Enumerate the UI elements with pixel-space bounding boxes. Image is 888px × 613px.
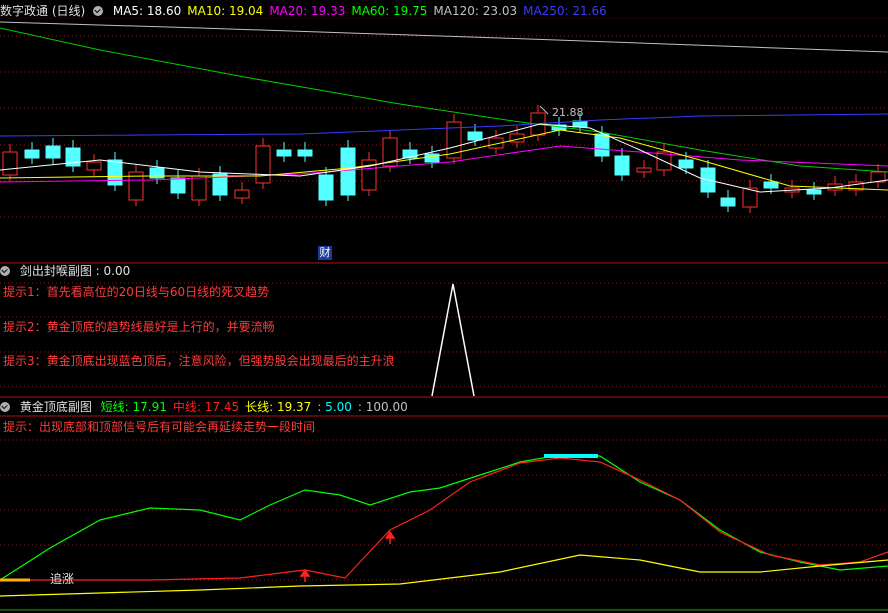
- indicator-toggle-icon[interactable]: [93, 6, 104, 16]
- candle-body: [86, 161, 102, 171]
- ma60-line: [0, 27, 888, 173]
- candle-body: [763, 181, 779, 189]
- candle-body: [678, 159, 694, 169]
- sub-panel-1-title: 剑出封喉副图: [19, 264, 92, 278]
- sub2-value-label-1: 中线: 17.45: [172, 400, 240, 414]
- candle-body: [255, 145, 271, 184]
- sub-panel-2-value-list: 短线: 17.91 中线: 17.45 长线: 19.37 : 5.00 : 100.0…: [101, 400, 414, 414]
- candle-body: [720, 197, 736, 207]
- sub2-value-label-3: : 5.00: [317, 400, 352, 414]
- price-high-marker: 21.88: [552, 106, 584, 119]
- candle-body: [636, 167, 652, 173]
- buy-signal-label: 追涨: [50, 572, 75, 586]
- sub-panel-1-hint-3: 提示3：黄金顶底出现蓝色顶后，注意风险，但强势股会出现最后的主升浪: [3, 354, 395, 368]
- sub-panel-2-title: 黄金顶底副图: [19, 400, 92, 414]
- candle-body: [2, 151, 18, 176]
- sub-chart-2-plot: [0, 454, 888, 597]
- sub-panel-2-toggle-icon[interactable]: [0, 402, 10, 412]
- main-panel-header: 数字政通 (日线) MA5: 18.60 MA10: 19.04 MA20: 19.…: [0, 3, 619, 19]
- sub-panel-1-hint-2: 提示2：黄金顶底的趋势线最好是上行的，并要流畅: [3, 320, 275, 334]
- candle-body: [170, 177, 186, 194]
- sub2-value-label-2: 长线: 19.37: [245, 400, 312, 414]
- ma-label-5: MA250: 21.66: [523, 4, 607, 18]
- sub-chart-1-plot: [431, 283, 475, 397]
- candle-body: [276, 149, 292, 157]
- finance-badge[interactable]: 财: [318, 246, 332, 260]
- long-line: [0, 554, 888, 597]
- sub-panel-2-hint: 提示：出现底部和顶部信号后有可能会再延续走势一段时间: [3, 420, 316, 434]
- stock-title: 数字政通 (日线): [0, 4, 86, 18]
- candle-body: [614, 155, 630, 176]
- candle-body: [234, 189, 250, 199]
- moving-average-lines: [0, 21, 888, 193]
- grid-lines: [0, 17, 888, 611]
- candle-body: [149, 167, 165, 179]
- candle-body: [24, 149, 40, 159]
- candle-body: [297, 149, 313, 157]
- candle-body: [191, 175, 207, 201]
- spike-line: [431, 283, 475, 397]
- candle-body: [467, 131, 483, 141]
- candle-body: [107, 159, 123, 186]
- ma-label-3: MA60: 19.75: [351, 4, 428, 18]
- candle-body: [424, 153, 440, 163]
- candlesticks[interactable]: [2, 105, 886, 213]
- ma120-line: [0, 21, 888, 53]
- sub-panel-1-hint-1: 提示1：首先看高位的20日线与60日线的死叉趋势: [3, 285, 270, 299]
- mid-line: [0, 457, 888, 581]
- candle-body: [806, 189, 822, 195]
- ma-label-0: MA5: 18.60: [112, 4, 182, 18]
- ma-label-2: MA20: 19.33: [269, 4, 346, 18]
- candle-body: [340, 147, 356, 196]
- candle-body: [594, 133, 610, 157]
- ma-label-1: MA10: 19.04: [187, 4, 264, 18]
- chart-canvas[interactable]: 21.88: [0, 0, 888, 613]
- buy-arrow: [299, 568, 311, 582]
- sub2-value-label-4: : 100.00: [357, 400, 408, 414]
- ma250-line: [0, 113, 888, 137]
- candle-body: [318, 174, 334, 201]
- short-line: [0, 454, 888, 581]
- sub-panel-1-value: : 0.00: [95, 264, 131, 278]
- sub-panel-1-toggle-icon[interactable]: [0, 266, 10, 276]
- ma-indicator-list: MA5: 18.60 MA10: 19.04 MA20: 19.33 MA60: 19…: [113, 4, 613, 18]
- candle-body: [45, 145, 61, 159]
- sub2-value-label-0: 短线: 17.91: [100, 400, 167, 414]
- ma-label-4: MA120: 23.03: [433, 4, 518, 18]
- sub-panel-1-header: 剑出封喉副图 : 0.00: [0, 263, 136, 279]
- sub-panel-2-header: 黄金顶底副图 短线: 17.91 中线: 17.45 长线: 19.37 : 5.00…: [0, 399, 420, 415]
